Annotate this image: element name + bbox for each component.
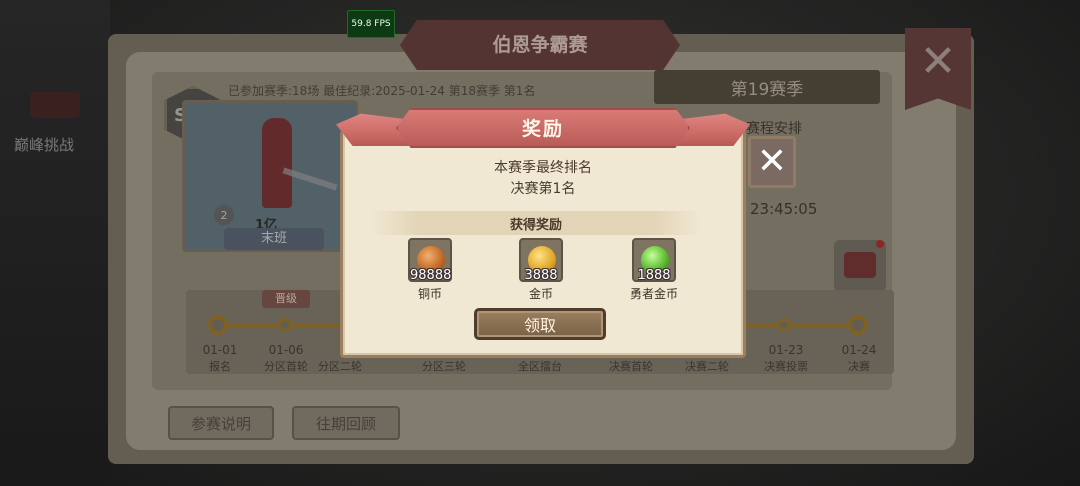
dialog-close-button[interactable]: ✕	[748, 136, 796, 188]
rewards-header: 获得奖励	[509, 218, 562, 233]
fps-counter: 59.8 FPS	[347, 10, 395, 38]
reward-name: 铜币	[417, 287, 442, 301]
claim-button[interactable]: 领取	[474, 308, 606, 340]
reward-name: 勇者金币	[629, 287, 678, 301]
final-rank-value: 决赛第1名	[510, 181, 576, 197]
reward-quantity: 98888	[410, 268, 452, 283]
reward-item-bronze[interactable]: 98888	[408, 238, 452, 283]
close-icon: ✕	[756, 141, 788, 182]
dialog-title: 奖励	[521, 118, 564, 140]
reward-quantity: 1888	[637, 268, 671, 283]
reward-item-hero-coin[interactable]: 1888	[632, 238, 676, 283]
reward-quantity: 3888	[524, 268, 558, 283]
final-rank-label: 本赛季最终排名	[494, 160, 592, 176]
reward-item-gold[interactable]: 3888	[519, 238, 563, 283]
reward-name: 金币	[528, 287, 553, 301]
